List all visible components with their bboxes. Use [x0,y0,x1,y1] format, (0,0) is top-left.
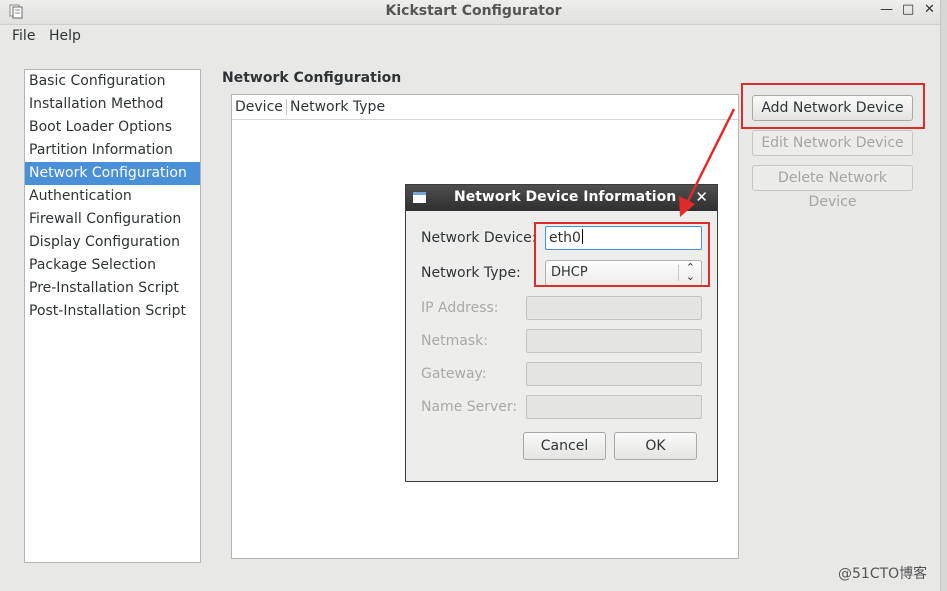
background-window-edge [940,0,947,591]
close-icon[interactable]: ✕ [695,188,708,206]
gateway-label: Gateway: [421,366,487,382]
ok-button[interactable]: OK [614,432,697,460]
ip-address-label: IP Address: [421,300,499,316]
annotation-box-add-button [741,83,925,129]
watermark: @51CTO博客 [838,566,928,582]
minimize-icon[interactable]: — [880,2,893,17]
maximize-icon[interactable]: □ [902,2,914,17]
page-title: Network Configuration [222,70,402,86]
sidebar-item-package-selection[interactable]: Package Selection [25,254,200,277]
network-device-label: Network Device: [421,230,537,246]
sidebar-item-post-installation-script[interactable]: Post-Installation Script [25,300,200,323]
window-icon [413,192,426,203]
sidebar-item-firewall-configuration[interactable]: Firewall Configuration [25,208,200,231]
column-divider [286,99,287,115]
name-server-label: Name Server: [421,399,518,415]
table-header: Device Network Type [232,95,738,120]
dialog-titlebar: Network Device Information ✕ [406,185,717,211]
gateway-input[interactable] [526,362,702,386]
dialog-title: Network Device Information [454,189,677,205]
sidebar-item-authentication[interactable]: Authentication [25,185,200,208]
close-icon[interactable]: ✕ [924,2,935,17]
sidebar-item-boot-loader-options[interactable]: Boot Loader Options [25,116,200,139]
name-server-input[interactable] [526,395,702,419]
sidebar-item-basic-configuration[interactable]: Basic Configuration [25,70,200,93]
menubar: File Help [0,25,947,47]
window-title: Kickstart Configurator [385,3,562,19]
edit-network-device-button[interactable]: Edit Network Device [752,130,913,156]
sidebar-list: Basic Configuration Installation Method … [24,69,201,563]
annotation-box-dialog-fields [534,222,710,287]
sidebar-item-installation-method[interactable]: Installation Method [25,93,200,116]
sidebar-item-network-configuration[interactable]: Network Configuration [25,162,200,185]
sidebar-item-pre-installation-script[interactable]: Pre-Installation Script [25,277,200,300]
ip-address-input[interactable] [526,296,702,320]
sidebar-item-partition-information[interactable]: Partition Information [25,139,200,162]
menu-file[interactable]: File [12,28,35,44]
sidebar-item-display-configuration[interactable]: Display Configuration [25,231,200,254]
cancel-button[interactable]: Cancel [523,432,606,460]
netmask-input[interactable] [526,329,702,353]
column-header-network-type[interactable]: Network Type [290,99,385,115]
delete-network-device-button[interactable]: Delete Network Device [752,165,913,210]
menu-help[interactable]: Help [49,28,81,44]
window-titlebar: Kickstart Configurator — □ ✕ [0,0,947,25]
column-header-device[interactable]: Device [235,99,283,115]
network-type-label: Network Type: [421,265,521,281]
netmask-label: Netmask: [421,333,488,349]
